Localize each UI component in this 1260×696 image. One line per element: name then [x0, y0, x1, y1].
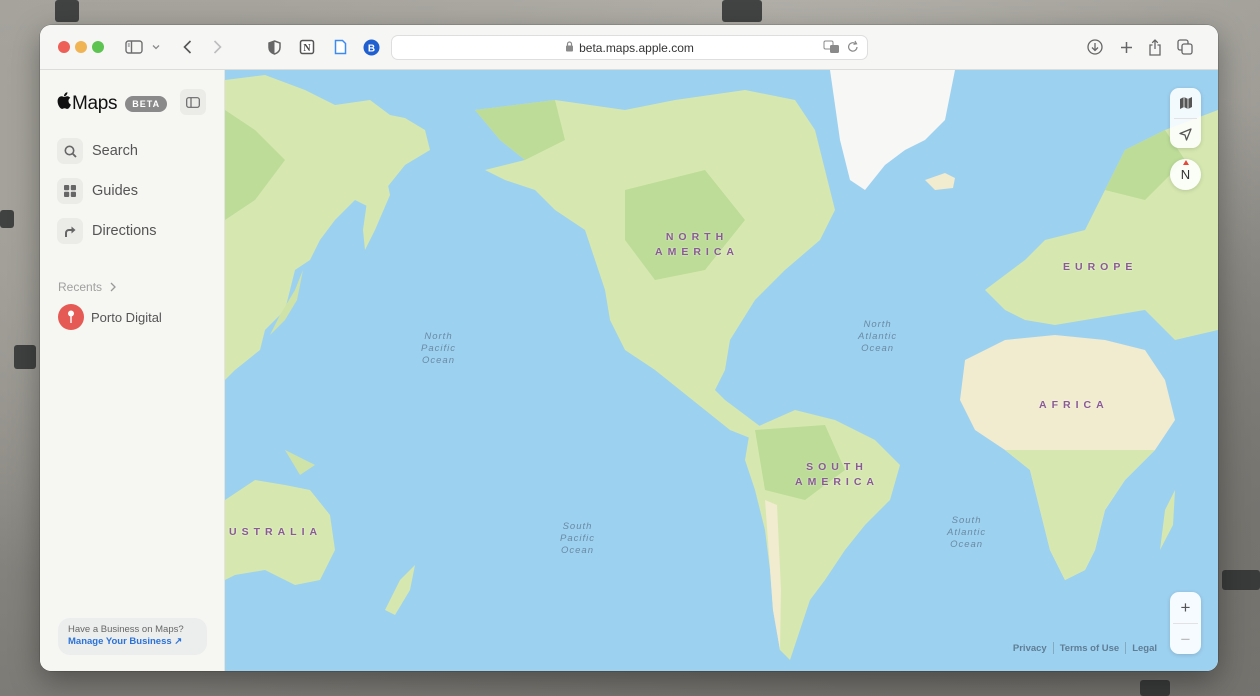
business-promo: Have a Business on Maps? Manage Your Bus…: [58, 618, 207, 655]
label-north-atlantic: North Atlantic Ocean: [858, 319, 898, 354]
minimize-window-button[interactable]: [75, 41, 87, 53]
recents-label: Recents: [58, 280, 103, 294]
business-question: Have a Business on Maps?: [68, 624, 184, 635]
background-boat: [0, 210, 14, 228]
chevron-down-icon[interactable]: [150, 36, 162, 58]
world-map: [225, 70, 1218, 660]
share-icon[interactable]: [1147, 36, 1163, 58]
legal-link[interactable]: Legal: [1132, 643, 1157, 654]
map-canvas[interactable]: NORTH AMERICA SOUTH AMERICA EUROPE AFRICA …: [225, 70, 1218, 671]
shield-icon[interactable]: [266, 36, 282, 58]
background-boat: [722, 0, 762, 22]
background-boat: [14, 345, 36, 369]
app-name: Maps: [72, 92, 118, 114]
map-mode-button[interactable]: [1170, 88, 1201, 118]
label-south-atlantic: South Atlantic Ocean: [947, 515, 987, 550]
nav-directions-label: Directions: [92, 223, 157, 239]
nav-search-label: Search: [92, 143, 138, 159]
turn-right-arrow-icon: [57, 218, 83, 244]
reload-icon[interactable]: [847, 40, 859, 57]
url-text: beta.maps.apple.com: [579, 40, 694, 55]
compass-button[interactable]: N: [1170, 159, 1201, 190]
svg-text:N: N: [303, 43, 311, 54]
label-south-pacific: South Pacific Ocean: [560, 521, 595, 556]
maps-logo: Maps BETA: [57, 92, 168, 115]
landmass-iceland: [925, 173, 955, 190]
tabs-overview-icon[interactable]: [1176, 36, 1194, 58]
apple-logo-icon: [57, 92, 71, 115]
translate-icon[interactable]: [823, 40, 841, 57]
current-location-button[interactable]: [1170, 119, 1201, 149]
address-bar[interactable]: beta.maps.apple.com: [391, 35, 868, 60]
maps-sidebar: Maps BETA Search Guides Directions Recen…: [40, 70, 225, 671]
zoom-in-button[interactable]: +: [1170, 592, 1201, 623]
toggle-sidebar-button[interactable]: [180, 89, 206, 115]
nav-search[interactable]: Search: [57, 137, 138, 165]
background-boat: [1140, 680, 1170, 696]
nav-directions[interactable]: Directions: [57, 217, 156, 245]
svg-text:B: B: [367, 43, 374, 54]
landmass-new-zealand: [385, 565, 415, 615]
notion-icon[interactable]: N: [298, 36, 316, 58]
landmass-greenland: [830, 70, 955, 190]
map-footer-links: Privacy Terms of Use Legal: [1013, 642, 1157, 654]
search-icon: [57, 138, 83, 164]
browser-toolbar: N B beta.maps.apple.com: [40, 25, 1218, 70]
back-icon[interactable]: [180, 36, 194, 58]
close-window-button[interactable]: [58, 41, 70, 53]
manage-business-link[interactable]: Manage Your Business ↗: [68, 636, 197, 648]
new-tab-icon[interactable]: [1118, 36, 1134, 58]
download-icon[interactable]: [1086, 36, 1104, 58]
zoom-out-button[interactable]: −: [1170, 624, 1201, 655]
compass-north-marker: [1183, 160, 1189, 165]
nav-guides[interactable]: Guides: [57, 177, 138, 205]
background-boat: [55, 0, 79, 22]
label-north-pacific: North Pacific Ocean: [421, 331, 456, 366]
background-boat: [1222, 570, 1260, 590]
zoom-window-button[interactable]: [92, 41, 104, 53]
terms-link[interactable]: Terms of Use: [1060, 643, 1119, 654]
label-australia: USTRALIA: [229, 526, 323, 538]
recents-header[interactable]: Recents: [58, 280, 116, 294]
chevron-right-icon: [110, 282, 116, 292]
label-north-america: NORTH AMERICA: [655, 231, 739, 258]
location-arrow-icon: [1179, 127, 1192, 141]
document-icon[interactable]: [332, 36, 348, 58]
lock-icon: [565, 40, 574, 55]
forward-icon[interactable]: [210, 36, 224, 58]
browser-window: N B beta.maps.apple.com Maps BETA Search…: [40, 25, 1218, 671]
label-europe: EUROPE: [1063, 261, 1138, 273]
label-south-america: SOUTH AMERICA: [795, 461, 879, 488]
grid-icon: [57, 178, 83, 204]
label-africa: AFRICA: [1039, 399, 1109, 411]
pin-icon: [58, 304, 84, 330]
bitwarden-icon[interactable]: B: [362, 36, 380, 58]
compass-label: N: [1180, 167, 1191, 182]
nav-guides-label: Guides: [92, 183, 138, 199]
landmass-madagascar: [1160, 490, 1175, 550]
beta-badge: BETA: [125, 95, 168, 112]
recent-item[interactable]: Porto Digital: [58, 304, 162, 330]
sidebar-icon[interactable]: [124, 36, 144, 58]
landmass-asia: [225, 75, 430, 380]
map-controls: [1170, 88, 1201, 148]
recent-item-label: Porto Digital: [91, 309, 162, 325]
map-icon: [1179, 97, 1192, 109]
zoom-controls: + −: [1170, 592, 1201, 654]
privacy-link[interactable]: Privacy: [1013, 643, 1047, 654]
